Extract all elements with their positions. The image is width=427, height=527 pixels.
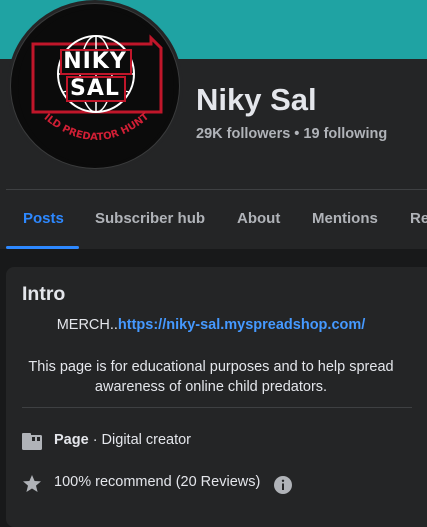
avatar-logo-line2: SAL	[70, 76, 120, 101]
intro-bio: This page is for educational purposes an…	[28, 359, 394, 395]
profile-tabs: Posts Subscriber hub About Mentions Re	[0, 190, 427, 249]
intro-divider	[22, 407, 412, 408]
tab-about[interactable]: About	[237, 210, 280, 227]
recommend-text[interactable]: 100% recommend (20 Reviews)	[54, 474, 260, 490]
page-label: Page	[54, 432, 89, 448]
active-tab-indicator	[6, 246, 79, 249]
followers-count[interactable]: 29K followers • 19 following	[196, 126, 387, 142]
tab-mentions[interactable]: Mentions	[312, 210, 378, 227]
avatar[interactable]: CHILD PREDATOR HUNTER NIKY SAL	[10, 3, 180, 169]
intro-card: Intro MERCH..https://niky-sal.myspreadsh…	[6, 267, 427, 527]
tab-posts[interactable]: Posts	[23, 210, 64, 227]
tab-reviews[interactable]: Re	[410, 210, 427, 227]
info-icon[interactable]	[273, 475, 293, 499]
avatar-logo-line1: NIKY	[63, 49, 127, 74]
profile-name[interactable]: Niky Sal	[196, 82, 317, 118]
intro-title: Intro	[22, 283, 66, 305]
tab-subscriber-hub[interactable]: Subscriber hub	[95, 210, 205, 227]
page-category: · Digital creator	[88, 432, 192, 448]
page-icon	[22, 432, 42, 454]
merch-prefix: MERCH..	[56, 317, 118, 333]
merch-link[interactable]: https://niky-sal.myspreadshop.com/	[118, 317, 365, 333]
merch-line: MERCH..https://niky-sal.myspreadshop.com…	[6, 317, 416, 333]
star-icon	[22, 474, 42, 498]
